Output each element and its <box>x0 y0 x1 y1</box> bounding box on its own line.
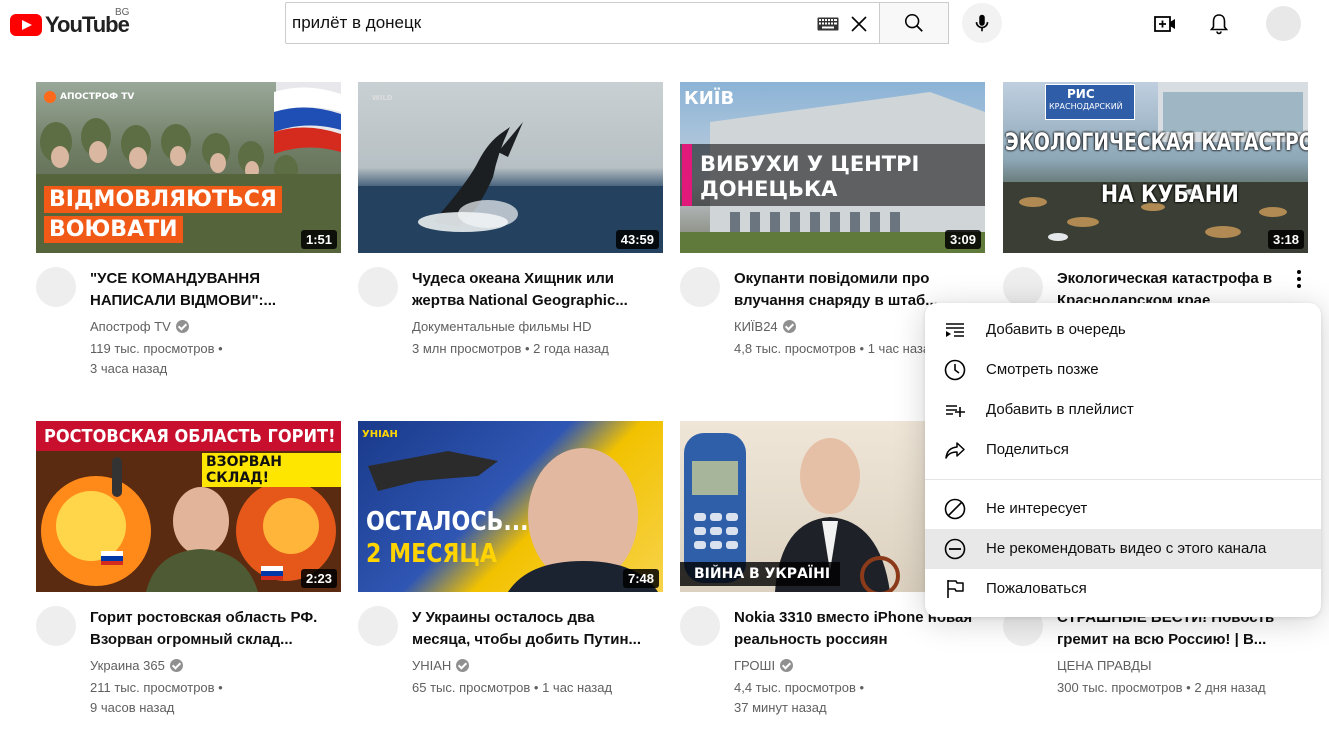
video-stats: 3 млн просмотров • 2 года назад <box>412 341 609 356</box>
video-title[interactable]: "УСЕ КОМАНДУВАННЯ НАПИСАЛИ ВІДМОВИ":... <box>90 268 330 312</box>
thumbnail-caption: ЭКОЛОГИЧЕСКАЯ КАТАСТРОФА <box>1005 128 1308 156</box>
search-input[interactable] <box>286 12 814 34</box>
menu-divider <box>925 479 1321 480</box>
thumbnail-caption: ВИБУХИ У ЦЕНТРІ <box>700 152 920 176</box>
channel-avatar[interactable] <box>358 606 398 646</box>
region-code: BG <box>115 7 130 18</box>
video-card[interactable]: РОСТОВСКАЯ ОБЛАСТЬ ГОРИТ! ВЗОРВАН СКЛАД!… <box>36 421 341 732</box>
video-stats: 119 тыс. просмотров • 3 часа назад <box>90 341 223 376</box>
video-thumbnail[interactable]: КИЇВ ВИБУХИ У ЦЕНТРІ ДОНЕЦЬКА 3:09 <box>680 82 985 253</box>
notifications-bell-icon[interactable] <box>1207 12 1231 36</box>
channel-avatar[interactable] <box>358 267 398 307</box>
top-bar: YouTube BG <box>0 0 1329 56</box>
thumbnail-caption: ВІДМОВЛЯЮТЬСЯ <box>44 186 282 213</box>
search-bar <box>285 2 949 44</box>
caption-accent <box>682 144 692 206</box>
channel-avatar[interactable] <box>680 606 720 646</box>
duration-badge: 3:09 <box>944 230 981 249</box>
video-thumbnail[interactable]: УНІАН ОСТАЛОСЬ... 2 МЕСЯЦА 7:48 <box>358 421 663 592</box>
keyboard-icon[interactable] <box>817 17 839 31</box>
video-card[interactable]: АПОСТРОФ TV ВІДМОВЛЯЮТЬСЯ ВОЮВАТИ 1:51 "… <box>36 82 341 393</box>
thumbnail-caption: ДОНЕЦЬКА <box>700 177 838 201</box>
verified-badge-icon <box>782 320 796 333</box>
menu-item-dont-recommend-channel[interactable]: Не рекомендовать видео с этого канала <box>925 529 1321 569</box>
youtube-play-icon <box>10 14 42 36</box>
thumbnail-caption: ВІЙНА В УКРАЇНІ <box>694 566 831 582</box>
youtube-logo[interactable]: YouTube <box>10 12 130 38</box>
thumbnail-caption: ВОЮВАТИ <box>44 216 183 243</box>
channel-name[interactable]: Украина 365 <box>90 658 183 673</box>
video-title[interactable]: У Украины осталось два месяца, чтобы доб… <box>412 607 652 651</box>
channel-avatar[interactable] <box>680 267 720 307</box>
video-stats: 65 тыс. просмотров • 1 час назад <box>412 680 613 695</box>
thumbnail-caption: НА КУБАНИ <box>1101 180 1239 208</box>
search-box <box>285 2 879 44</box>
channel-name[interactable]: КИЇВ24 <box>734 319 796 334</box>
verified-badge-icon <box>175 320 189 333</box>
video-stats: 4,4 тыс. просмотров • 37 минут назад <box>734 680 865 715</box>
voice-search-button[interactable] <box>962 3 1002 43</box>
menu-item-watch-later[interactable]: Смотреть позже <box>925 350 1321 390</box>
video-thumbnail[interactable]: РИС КРАСНОДАРСКИЙ ЭКОЛОГИЧЕСКАЯ КАТАСТРО… <box>1003 82 1308 253</box>
channel-avatar[interactable] <box>36 606 76 646</box>
channel-name[interactable]: ГРОШІ <box>734 658 794 673</box>
channel-watermark: АПОСТРОФ TV <box>44 91 134 103</box>
video-stats: 300 тыс. просмотров • 2 дня назад <box>1057 680 1266 695</box>
video-title[interactable]: Горит ростовская область РФ. Взорван огр… <box>90 607 330 651</box>
channel-watermark: WILD <box>372 94 393 102</box>
verified-badge-icon <box>456 659 470 672</box>
clock-icon <box>944 359 966 381</box>
thumbnail-caption: 2 МЕСЯЦА <box>366 539 498 569</box>
verified-badge-icon <box>169 659 183 672</box>
channel-watermark: КИЇВ <box>684 88 735 109</box>
more-options-kebab-icon[interactable] <box>1290 268 1308 290</box>
video-card[interactable]: УНІАН ОСТАЛОСЬ... 2 МЕСЯЦА 7:48 У Украин… <box>358 421 663 732</box>
minus-circle-icon <box>944 538 966 560</box>
video-thumbnail[interactable]: WILD 43:59 <box>358 82 663 253</box>
channel-avatar[interactable] <box>36 267 76 307</box>
search-button[interactable] <box>879 2 949 44</box>
thumbnail-caption: ОСТАЛОСЬ... <box>366 507 529 537</box>
road-sign-text: РИС <box>1067 87 1095 101</box>
playlist-add-icon <box>946 405 965 417</box>
menu-item-not-interested[interactable]: Не интересует <box>925 489 1321 529</box>
channel-name[interactable]: Документальные фильмы HD <box>412 319 591 334</box>
channel-name[interactable]: Апостроф TV <box>90 319 189 334</box>
menu-item-add-to-queue[interactable]: Добавить в очередь <box>925 310 1321 350</box>
menu-item-add-to-playlist[interactable]: Добавить в плейлист <box>925 390 1321 430</box>
thumbnail-caption: ВЗОРВАН СКЛАД! <box>202 453 341 487</box>
flag-icon <box>947 580 964 598</box>
menu-item-share[interactable]: Поделиться <box>925 430 1321 470</box>
video-thumbnail[interactable]: РОСТОВСКАЯ ОБЛАСТЬ ГОРИТ! ВЗОРВАН СКЛАД!… <box>36 421 341 592</box>
block-icon <box>944 498 966 520</box>
queue-icon <box>946 323 964 337</box>
search-icon <box>904 13 923 32</box>
thumbnail-caption: РОСТОВСКАЯ ОБЛАСТЬ ГОРИТ! <box>44 426 336 447</box>
duration-badge: 7:48 <box>622 569 659 588</box>
video-card[interactable]: WILD 43:59 Чудеса океана Хищник или жерт… <box>358 82 663 393</box>
apostrof-logo-icon <box>44 91 56 103</box>
clear-search-icon[interactable] <box>849 14 869 34</box>
duration-badge: 43:59 <box>615 230 659 249</box>
duration-badge: 1:51 <box>300 230 337 249</box>
channel-name[interactable]: УНІАН <box>412 658 470 673</box>
verified-badge-icon <box>780 659 794 672</box>
duration-badge: 3:18 <box>1267 230 1304 249</box>
channel-name[interactable]: ЦЕНА ПРАВДЫ <box>1057 658 1151 673</box>
menu-item-report[interactable]: Пожаловаться <box>925 569 1321 609</box>
video-thumbnail[interactable]: АПОСТРОФ TV ВІДМОВЛЯЮТЬСЯ ВОЮВАТИ 1:51 <box>36 82 341 253</box>
create-video-icon[interactable] <box>1153 12 1177 36</box>
video-context-menu: Добавить в очередь Смотреть позже Добави… <box>925 303 1321 617</box>
video-title[interactable]: Чудеса океана Хищник или жертва National… <box>412 268 652 312</box>
duration-badge: 2:23 <box>300 569 337 588</box>
whale-illustration <box>358 122 663 253</box>
account-avatar[interactable] <box>1266 6 1301 41</box>
video-stats: 211 тыс. просмотров • 9 часов назад <box>90 680 223 715</box>
channel-watermark: УНІАН <box>362 429 398 440</box>
road-sign-text: КРАСНОДАРСКИЙ <box>1049 102 1123 111</box>
share-icon <box>945 442 965 459</box>
microphone-icon <box>975 14 989 32</box>
channel-avatar[interactable] <box>1003 267 1043 307</box>
